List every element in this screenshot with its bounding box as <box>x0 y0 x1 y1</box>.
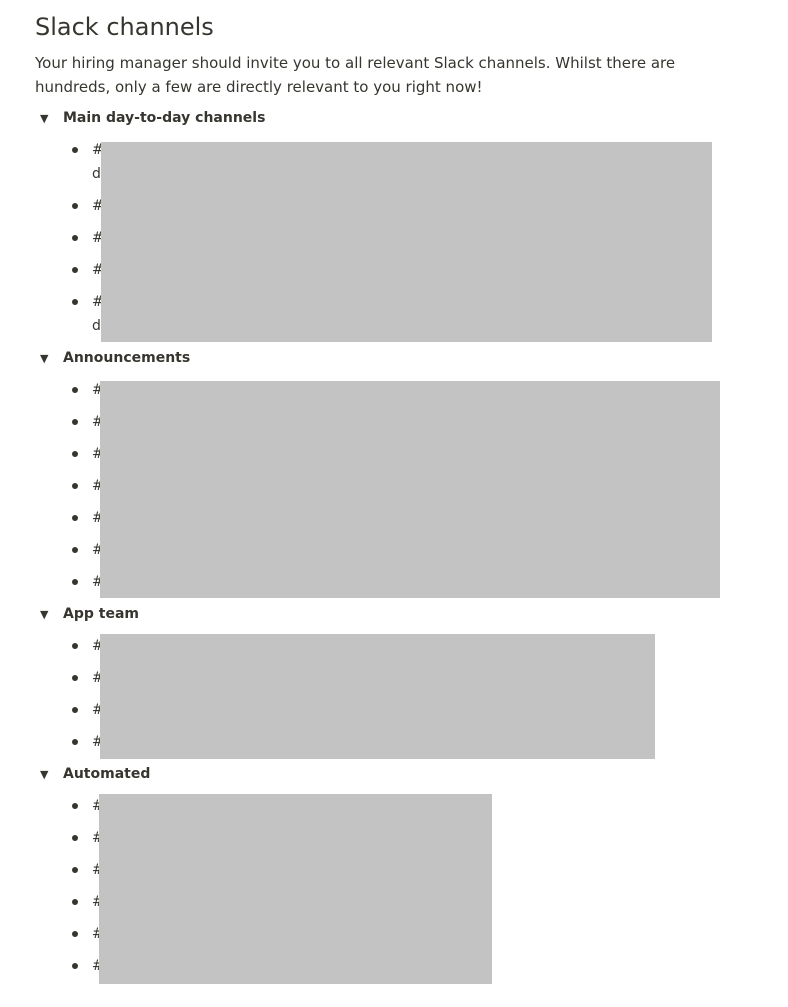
toggle-announcements[interactable]: ▼ Announcements <box>35 347 190 369</box>
list-item: # <box>70 474 104 498</box>
toggle-arrow-down-icon[interactable]: ▼ <box>35 112 57 125</box>
bullet-icon <box>72 579 78 585</box>
list-item: # <box>70 634 104 658</box>
bullet-icon <box>72 899 78 905</box>
bullet-icon <box>72 451 78 457</box>
list-item: # <box>70 258 104 282</box>
toggle-title: Announcements <box>63 350 191 366</box>
list-item: # <box>70 698 104 722</box>
redacted-block <box>100 634 655 759</box>
bullet-icon <box>72 299 78 305</box>
bullet-icon <box>72 803 78 809</box>
list-item: # <box>70 290 104 314</box>
page-title: Slack channels <box>35 13 214 41</box>
bullet-icon <box>72 931 78 937</box>
list-item: # <box>70 666 104 690</box>
redacted-block <box>100 381 720 598</box>
bullet-icon <box>72 867 78 873</box>
bullet-icon <box>72 675 78 681</box>
toggle-arrow-down-icon[interactable]: ▼ <box>35 608 57 621</box>
toggle-title: Main day-to-day channels <box>63 110 266 126</box>
bullet-icon <box>72 835 78 841</box>
bullet-icon <box>72 963 78 969</box>
redacted-block <box>99 794 492 984</box>
toggle-arrow-down-icon[interactable]: ▼ <box>35 768 57 781</box>
bullet-icon <box>72 235 78 241</box>
bullet-icon <box>72 203 78 209</box>
list-item: # <box>70 194 104 218</box>
intro-paragraph: Your hiring manager should invite you to… <box>35 54 676 96</box>
list-item: # <box>70 730 104 754</box>
bullet-icon <box>72 419 78 425</box>
list-item: # <box>70 378 104 402</box>
redacted-block <box>101 142 712 342</box>
toggle-title: App team <box>63 606 139 622</box>
list-item: # <box>70 506 104 530</box>
list-item: # <box>70 538 104 562</box>
toggle-main-day-to-day-channels[interactable]: ▼ Main day-to-day channels <box>35 107 265 129</box>
bullet-icon <box>72 483 78 489</box>
list-item: # <box>70 226 104 250</box>
toggle-app-team[interactable]: ▼ App team <box>35 603 139 625</box>
toggle-arrow-down-icon[interactable]: ▼ <box>35 352 57 365</box>
bullet-icon <box>72 547 78 553</box>
list-item: # <box>70 138 104 162</box>
bullet-icon <box>72 515 78 521</box>
wrapped-channel-text: d <box>92 318 101 334</box>
list-item: # <box>70 570 104 594</box>
bullet-icon <box>72 387 78 393</box>
bullet-icon <box>72 707 78 713</box>
toggle-title: Automated <box>63 766 151 782</box>
toggle-automated[interactable]: ▼ Automated <box>35 763 150 785</box>
list-item: # <box>70 442 104 466</box>
bullet-icon <box>72 267 78 273</box>
bullet-icon <box>72 739 78 745</box>
wrapped-channel-text: d <box>92 166 101 182</box>
bullet-icon <box>72 643 78 649</box>
list-item: # <box>70 410 104 434</box>
bullet-icon <box>72 147 78 153</box>
